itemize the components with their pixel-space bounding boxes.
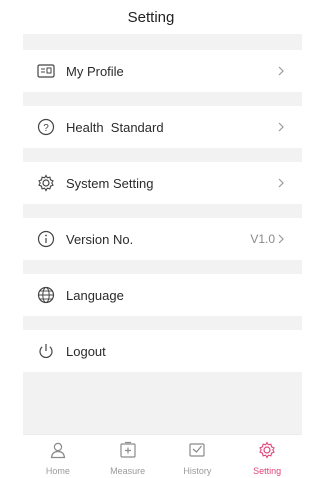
menu-item-system-setting[interactable]: System Setting — [23, 162, 302, 204]
menu-item-my-profile[interactable]: My Profile — [23, 50, 302, 92]
tab-label: Home — [45, 466, 70, 476]
settings-panel: My Profile ? Health Standard System Sett… — [23, 34, 302, 434]
chevron-right-icon — [278, 178, 288, 188]
tab-setting[interactable]: Setting — [232, 435, 302, 478]
tab-label: Measure — [110, 466, 146, 476]
tab-measure[interactable]: Measure — [93, 435, 163, 478]
person-icon — [49, 441, 67, 464]
chevron-right-icon — [278, 122, 288, 132]
profile-card-icon — [37, 62, 55, 80]
menu-item-label: Version No. — [66, 231, 134, 247]
menu-item-health-standard[interactable]: ? Health Standard — [23, 106, 302, 148]
chevron-right-icon — [278, 66, 288, 76]
header: Setting — [0, 0, 302, 34]
tab-history[interactable]: History — [163, 435, 233, 478]
page-title: Setting — [127, 8, 175, 26]
menu-item-label: Logout — [66, 343, 106, 359]
checkbox-icon — [188, 441, 206, 464]
globe-icon — [37, 286, 55, 304]
tab-home[interactable]: Home — [23, 435, 93, 478]
menu-item-label: My Profile — [66, 63, 124, 79]
plus-box-icon — [119, 441, 137, 464]
power-icon — [37, 342, 55, 360]
menu-item-version[interactable]: Version No. V1.0 — [23, 218, 302, 260]
menu-item-label: Health Standard — [66, 119, 164, 135]
menu-item-label: Language — [66, 287, 124, 303]
version-value: V1.0 — [250, 232, 275, 246]
info-circle-icon — [37, 230, 55, 248]
menu-item-logout[interactable]: Logout — [23, 330, 302, 372]
question-circle-icon: ? — [37, 118, 55, 136]
tab-label: History — [183, 466, 212, 476]
gear-icon — [258, 441, 276, 464]
svg-text:?: ? — [43, 123, 49, 134]
gear-icon — [37, 174, 55, 192]
tab-bar: Home Measure History Setting — [23, 434, 302, 478]
menu-item-language[interactable]: Language — [23, 274, 302, 316]
menu-item-label: System Setting — [66, 175, 154, 191]
tab-label: Setting — [253, 466, 282, 476]
chevron-right-icon — [278, 234, 288, 244]
